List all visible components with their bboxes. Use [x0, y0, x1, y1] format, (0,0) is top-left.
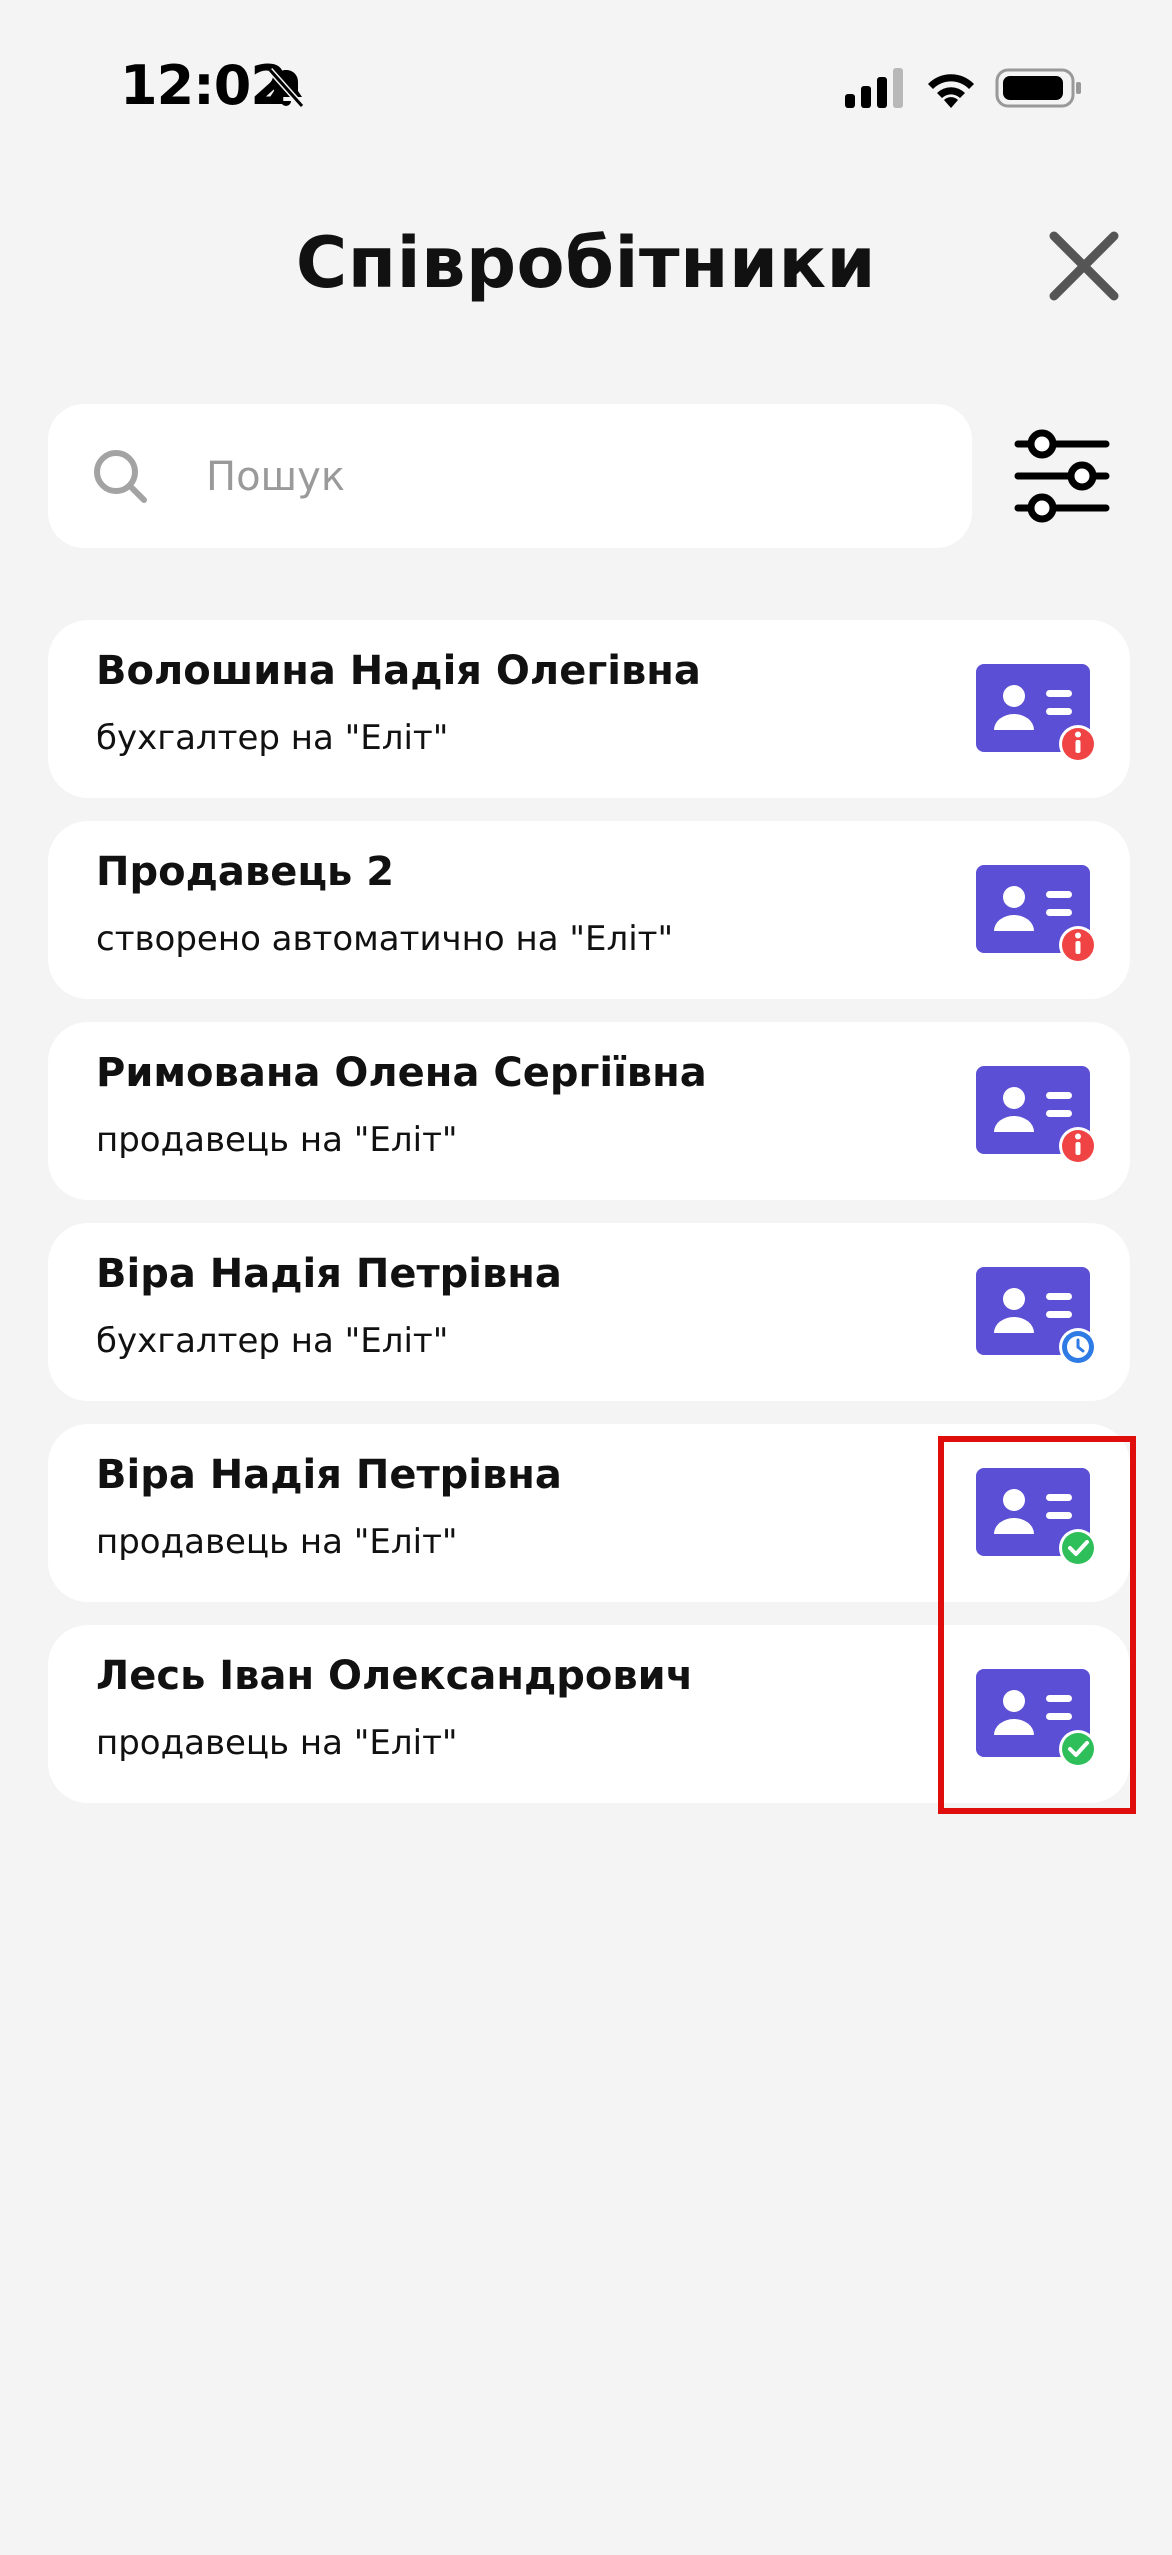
page-title: Співробітники — [295, 222, 877, 304]
battery-icon — [995, 68, 1081, 108]
employee-name: Лесь Іван Олександрович — [96, 1653, 694, 1699]
employee-role: створено автоматично на "Еліт" — [96, 919, 674, 959]
employee-card[interactable]: Лесь Іван Олександрович продавець на "Ел… — [48, 1625, 1130, 1803]
id-card-info-icon[interactable] — [976, 662, 1106, 766]
id-card-pending-icon[interactable] — [976, 1265, 1106, 1369]
id-card-info-icon[interactable] — [976, 1064, 1106, 1168]
employee-name: Римована Олена Сергіївна — [96, 1050, 707, 1096]
employee-name: Волошина Надія Олегівна — [96, 648, 701, 694]
employee-name: Продавець 2 — [96, 849, 395, 895]
filter-button[interactable] — [1012, 424, 1112, 528]
employee-card[interactable]: Продавець 2 створено автоматично на "Елі… — [48, 821, 1130, 999]
employee-list: Волошина Надія Олегівна бухгалтер на "Ел… — [48, 620, 1130, 1826]
id-card-info-icon[interactable] — [976, 863, 1106, 967]
employee-name: Віра Надія Петрівна — [96, 1452, 562, 1498]
search-box[interactable] — [48, 404, 972, 548]
signal-icon — [845, 68, 903, 108]
search-input[interactable] — [204, 438, 928, 516]
employee-role: продавець на "Еліт" — [96, 1522, 458, 1562]
id-card-verified-icon[interactable] — [976, 1466, 1106, 1570]
search-icon — [94, 450, 147, 503]
bell-slash-icon — [267, 68, 305, 108]
employee-role: продавець на "Еліт" — [96, 1723, 458, 1763]
id-card-verified-icon[interactable] — [976, 1667, 1106, 1771]
employee-card[interactable]: Римована Олена Сергіївна продавець на "Е… — [48, 1022, 1130, 1200]
employee-role: продавець на "Еліт" — [96, 1120, 458, 1160]
close-icon — [1049, 231, 1119, 301]
employee-role: бухгалтер на "Еліт" — [96, 1321, 449, 1361]
employee-card[interactable]: Віра Надія Петрівна бухгалтер на "Еліт" — [48, 1223, 1130, 1401]
employee-card[interactable]: Віра Надія Петрівна продавець на "Еліт" — [48, 1424, 1130, 1602]
sliders-icon — [1014, 429, 1110, 523]
close-button[interactable] — [1040, 222, 1128, 310]
employee-card[interactable]: Волошина Надія Олегівна бухгалтер на "Ел… — [48, 620, 1130, 798]
wifi-icon — [928, 74, 974, 108]
status-bar: 12:02 — [0, 0, 1172, 160]
employee-role: бухгалтер на "Еліт" — [96, 718, 449, 758]
employee-name: Віра Надія Петрівна — [96, 1251, 562, 1297]
